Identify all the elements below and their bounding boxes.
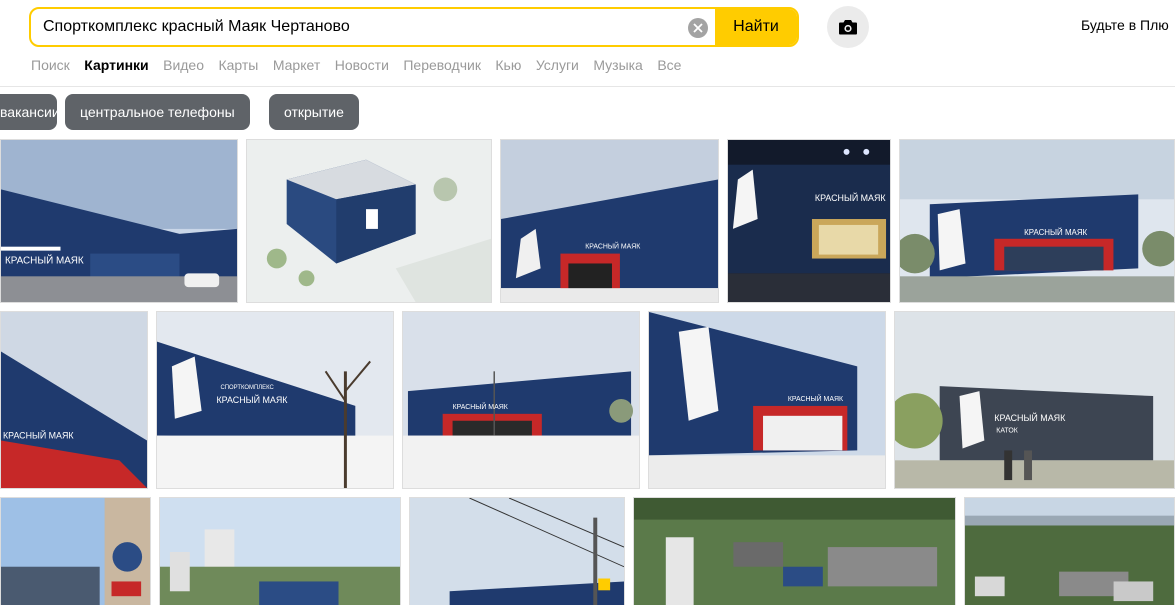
image-result[interactable]: [0, 497, 151, 605]
tab-music[interactable]: Музыка: [593, 56, 643, 74]
suggestion-chip[interactable]: вакансии: [0, 94, 57, 130]
tab-maps[interactable]: Карты: [218, 56, 258, 74]
image-thumbnail: КРАСНЫЙ МАЯК: [728, 140, 890, 302]
image-thumbnail: [634, 498, 955, 605]
camera-icon: [839, 20, 857, 35]
image-thumbnail: [1, 498, 150, 605]
image-caption: КРАСНЫЙ МАЯК: [216, 394, 288, 405]
image-thumbnail: [965, 498, 1174, 605]
image-result[interactable]: [159, 497, 401, 605]
close-icon: [693, 23, 703, 33]
image-thumbnail: КРАСНЫЙ МАЯК СПОРТКОМПЛЕКС: [157, 312, 393, 488]
suggestion-chip[interactable]: открытие: [269, 94, 359, 130]
image-caption: КРАСНЫЙ МАЯК: [3, 430, 74, 441]
image-thumbnail: КРАСНЫЙ МАЯК: [1, 312, 147, 488]
plus-promo-link[interactable]: Будьте в Плю: [1081, 17, 1169, 33]
search-box: Найти: [29, 7, 799, 47]
search-tabs: Поиск Картинки Видео Карты Маркет Новост…: [31, 56, 691, 76]
image-caption: КРАСНЫЙ МАЯК: [815, 192, 886, 203]
image-thumbnail: КРАСНЫЙ МАЯК: [900, 140, 1174, 302]
tab-translator[interactable]: Переводчик: [403, 56, 481, 74]
image-caption: КРАСНЫЙ МАЯК: [994, 412, 1066, 423]
image-thumbnail: [160, 498, 400, 605]
image-thumbnail: [410, 498, 624, 605]
image-result[interactable]: [246, 139, 492, 303]
image-caption: КРАСНЫЙ МАЯК: [5, 254, 84, 266]
tab-market[interactable]: Маркет: [273, 56, 320, 74]
image-result[interactable]: КРАСНЫЙ МАЯК: [0, 311, 148, 489]
image-result[interactable]: КРАСНЫЙ МАЯК: [500, 139, 719, 303]
suggestion-label: центральное телефоны: [80, 104, 235, 120]
image-result[interactable]: КРАСНЫЙ МАЯК СПОРТКОМПЛЕКС: [156, 311, 394, 489]
image-thumbnail: КРАСНЫЙ МАЯК: [501, 140, 718, 302]
image-thumbnail: КРАСНЫЙ МАЯК КАТОК: [895, 312, 1174, 488]
image-result[interactable]: КРАСНЫЙ МАЯК КАТОК: [894, 311, 1175, 489]
tabs-divider: [0, 86, 1175, 87]
image-search-button[interactable]: [827, 6, 869, 48]
image-thumbnail: [247, 140, 491, 302]
image-caption: КРАСНЫЙ МАЯК: [1024, 228, 1087, 237]
image-result[interactable]: [409, 497, 625, 605]
image-result[interactable]: КРАСНЫЙ МАЯК: [0, 139, 238, 303]
image-result[interactable]: [633, 497, 956, 605]
tab-news[interactable]: Новости: [335, 56, 389, 74]
image-result[interactable]: КРАСНЫЙ МАЯК: [899, 139, 1175, 303]
tab-q[interactable]: Кью: [495, 56, 521, 74]
suggestion-chip[interactable]: центральное телефоны: [65, 94, 250, 130]
image-thumbnail: КРАСНЫЙ МАЯК: [403, 312, 639, 488]
image-caption: КАТОК: [996, 428, 1017, 435]
tab-search[interactable]: Поиск: [31, 56, 70, 74]
suggestion-label: вакансии: [0, 104, 57, 120]
image-result[interactable]: [964, 497, 1175, 605]
image-caption: КРАСНЫЙ МАЯК: [585, 242, 640, 251]
find-button[interactable]: Найти: [715, 9, 797, 45]
image-thumbnail: КРАСНЫЙ МАЯК: [649, 312, 885, 488]
tab-all[interactable]: Все: [657, 56, 681, 74]
image-caption: СПОРТКОМПЛЕКС: [220, 385, 274, 391]
image-caption: КРАСНЫЙ МАЯК: [453, 402, 508, 411]
tab-images[interactable]: Картинки: [84, 56, 148, 74]
image-caption: КРАСНЫЙ МАЯК: [788, 394, 843, 403]
tab-services[interactable]: Услуги: [536, 56, 579, 74]
tab-video[interactable]: Видео: [163, 56, 204, 74]
suggestion-label: открытие: [284, 104, 344, 120]
image-thumbnail: КРАСНЫЙ МАЯК: [1, 140, 237, 302]
image-result[interactable]: КРАСНЫЙ МАЯК: [402, 311, 640, 489]
image-result[interactable]: КРАСНЫЙ МАЯК: [727, 139, 891, 303]
clear-search-button[interactable]: [688, 18, 708, 38]
image-result[interactable]: КРАСНЫЙ МАЯК: [648, 311, 886, 489]
search-input[interactable]: [31, 9, 717, 45]
